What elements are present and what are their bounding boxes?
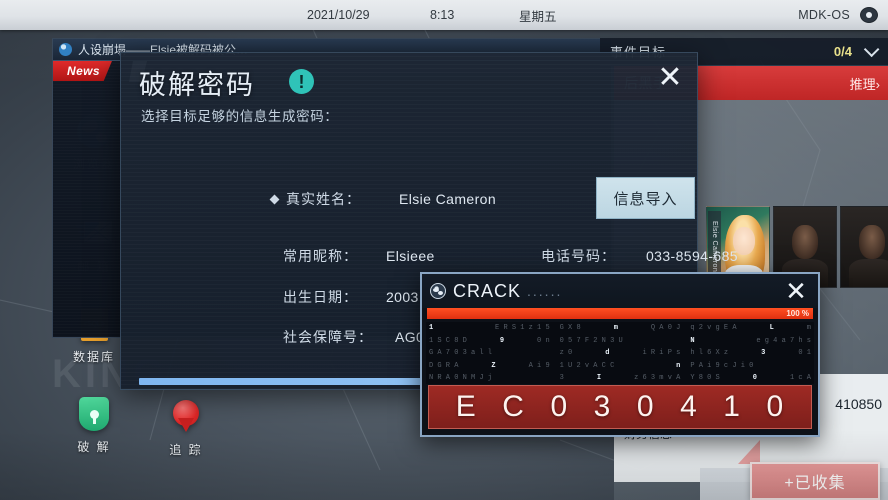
matrix-column: 1 E R S 1 z 1 5 1 S C 8 D 9 0 n G A 7 0 … [426,322,553,384]
collected-button[interactable]: +已收集 [750,462,880,500]
system-weekday: 星期五 [519,9,557,24]
result-digit: 3 [593,390,612,423]
matrix-row: q 2 v g E A L m [690,324,811,332]
desktop-icon-label: 破 解 [77,440,111,454]
matrix-row: h l 6 X z 3 0 1 [690,349,811,357]
matrix-row: 1 E R S 1 z 1 5 [429,324,550,332]
matrix-row: N e g 4 a 7 h s [690,336,811,345]
result-digit: 4 [680,390,698,423]
map-pin-icon [167,398,205,436]
dialog-progress-bar [139,378,429,385]
globe-icon [430,283,446,299]
matrix-row: 1 S C 8 D 9 0 n [429,336,550,345]
field-label: 社会保障号： [283,329,373,345]
field-value: 033-8594-685 [646,248,738,264]
deduction-link[interactable]: 推理› [850,74,880,93]
info-exclamation-icon[interactable]: ! [289,69,314,94]
field-nickname[interactable]: 常用昵称： Elsieee [283,246,435,266]
matrix-row: G X 8 m Q A 0 J [559,324,681,332]
matrix-row: 0 5 7 F 2 N 3 U [559,336,623,345]
crack-window-titlebar: CRACK ...... ✕ [422,274,818,308]
system-time: 8:13 [430,8,455,22]
os-name: MDK-OS [798,8,850,22]
crack-result-display: E C 0 3 0 4 1 0 [428,385,812,429]
matrix-row: P A i 9 c J i 0 [690,361,754,370]
desktop-icon-label: 数据库 [72,350,115,364]
field-label: 出生日期： [283,289,358,305]
desktop-icon-crack[interactable]: 破 解 [58,395,130,455]
character-card[interactable] [840,206,888,288]
close-icon[interactable]: ✕ [782,277,810,305]
import-info-button[interactable]: 信息导入 [596,177,695,219]
crack-loading-dots: ...... [527,283,563,299]
matrix-row: 3 I z 6 3 m v A [559,374,681,382]
eye-logo-icon [860,7,878,23]
news-badge: News [53,61,112,81]
field-value: Elsieee [386,248,435,264]
collected-callout-tail [738,440,760,464]
selected-diamond-icon [269,194,280,204]
close-icon[interactable]: ✕ [653,61,687,95]
field-label: 真实姓名： [286,191,361,207]
matrix-row: D G R A Z A i 9 [429,361,550,370]
result-digit: 0 [636,390,655,423]
screen: KING 2021/10/29 8:13 星期五 MDK-OS 浏览器 邮 箱 … [0,0,888,500]
top-status-bar: 2021/10/29 8:13 星期五 MDK-OS [0,0,888,30]
matrix-column: G X 8 m Q A 0 J 0 5 7 F 2 N 3 U z 0 d i … [557,322,684,384]
matrix-row: z 0 d i R i P s [559,349,681,357]
result-digit: 0 [550,390,569,423]
event-target-count: 0/4 [833,44,852,59]
desktop-icon-track[interactable]: 追 踪 [150,398,222,458]
matrix-row: 1 U 2 v A C C n [559,361,681,370]
matrix-row: Y 8 0 S 0 1 c A [690,374,811,382]
field-label: 常用昵称： [283,248,358,264]
crack-progress-bar: 100 % [427,308,813,319]
crack-progress-label: 100 % [786,309,809,318]
field-label: 电话号码： [541,248,616,264]
dialog-subtitle: 选择目标足够的信息生成密码： [141,109,339,124]
result-digit: 0 [766,390,785,423]
browser-dot-icon [59,43,72,56]
matrix-column: q 2 v g E A L m N e g 4 a 7 h s h l 6 X … [687,322,814,384]
field-value: Elsie Cameron [399,191,497,207]
dialog-title: 破解密码 [139,70,255,100]
system-date: 2021/10/29 [307,8,370,22]
result-digit: 1 [723,390,741,423]
crack-character-matrix: 1 E R S 1 z 1 5 1 S C 8 D 9 0 n G A 7 0 … [426,322,814,384]
matrix-row: N R A 0 N M J j [429,374,493,382]
result-digit: E [455,390,477,423]
crack-window[interactable]: CRACK ...... ✕ 100 % 1 E R S 1 z 1 5 1 S… [420,272,820,437]
shield-lock-icon [75,395,113,433]
crack-window-title: CRACK [453,280,522,301]
chevron-down-icon[interactable] [863,41,880,58]
ssn-fragment: 410850 [835,396,882,412]
result-digit: C [502,390,525,423]
desktop-icon-label: 追 踪 [169,443,203,457]
field-phone[interactable]: 电话号码： 033-8594-685 [541,246,738,266]
matrix-row: G A 7 0 3 a l l [429,349,493,357]
field-real-name[interactable]: 真实姓名： Elsie Cameron [269,189,497,209]
